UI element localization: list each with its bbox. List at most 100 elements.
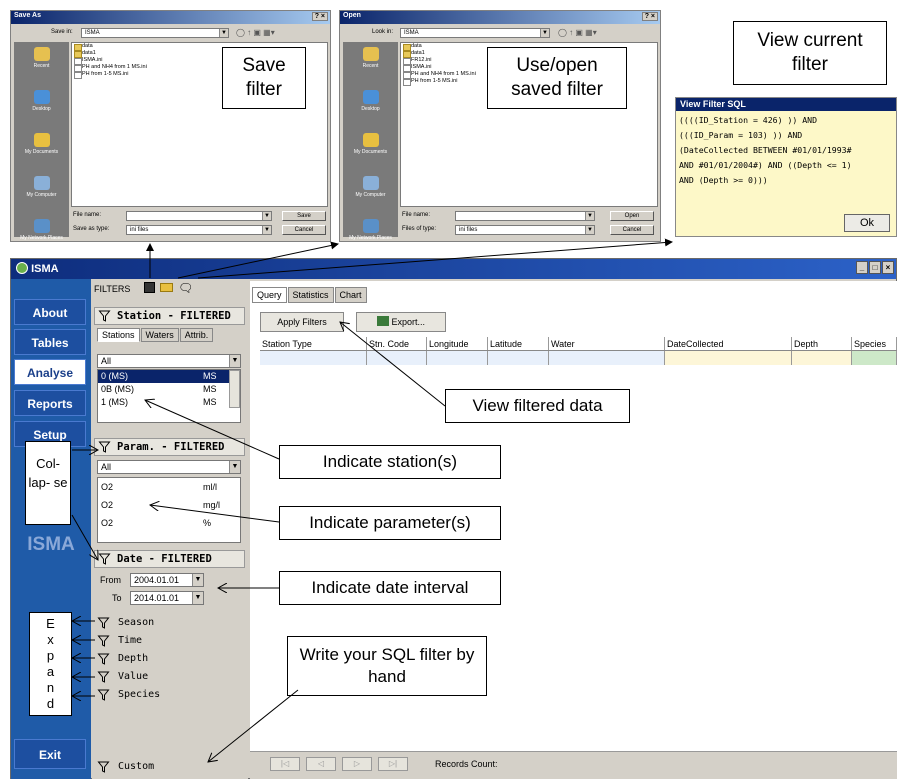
station-filter-header[interactable]: Station - FILTERED bbox=[94, 307, 245, 325]
place-recent[interactable]: Recent bbox=[343, 47, 398, 85]
param-combo[interactable]: All ▼ bbox=[97, 460, 241, 474]
tab-query[interactable]: Query bbox=[252, 287, 287, 303]
open-title-buttons[interactable]: ? × bbox=[641, 12, 658, 21]
param-filter-header[interactable]: Param. - FILTERED bbox=[94, 438, 245, 456]
save-as-dialog: Save As ? × Save in: ISMA ▼ ◯ ↑ ▣ ▦▾ Rece… bbox=[10, 10, 331, 242]
station-list[interactable]: 0 (MS) MS 0B (MS) MS 1 (MS) MS bbox=[97, 369, 241, 423]
save-as-title: Save As bbox=[14, 12, 41, 19]
first-record-button[interactable]: |◁ bbox=[270, 757, 300, 771]
list-item[interactable]: O2 ml/l bbox=[98, 478, 240, 496]
maximize-button[interactable]: □ bbox=[869, 261, 881, 274]
funnel-icon[interactable] bbox=[97, 671, 110, 683]
file-name-input[interactable]: ▼ bbox=[126, 211, 272, 221]
nav-analyse[interactable]: Analyse bbox=[14, 359, 86, 385]
to-date-input[interactable]: 2014.01.01 ▼ bbox=[130, 591, 204, 605]
funnel-icon[interactable] bbox=[97, 689, 110, 701]
column-header[interactable]: Stn. Code bbox=[367, 337, 427, 350]
save-in-label: Save in: bbox=[51, 29, 73, 35]
funnel-icon[interactable] bbox=[97, 653, 110, 665]
save-filter-icon[interactable] bbox=[144, 282, 155, 293]
look-in-combo[interactable]: ISMA ▼ bbox=[400, 28, 550, 38]
cancel-button[interactable]: Cancel bbox=[610, 225, 654, 235]
place-computer[interactable]: My Computer bbox=[343, 176, 398, 214]
funnel-icon[interactable] bbox=[97, 761, 110, 773]
column-header[interactable]: Species bbox=[852, 337, 897, 350]
nav-exit[interactable]: Exit bbox=[14, 739, 86, 769]
list-item[interactable]: 0B (MS) MS bbox=[98, 383, 240, 396]
funnel-icon[interactable] bbox=[98, 310, 111, 322]
callout-view-current: View current filter bbox=[733, 21, 887, 85]
param-list[interactable]: O2 ml/l O2 mg/l O2% bbox=[97, 477, 241, 543]
station-combo[interactable]: All ▼ bbox=[97, 354, 241, 368]
sql-text: ((((ID_Station = 426) )) AND (((ID_Param… bbox=[679, 115, 852, 185]
column-header[interactable]: Water bbox=[549, 337, 665, 350]
save-as-type-select[interactable]: ini files ▼ bbox=[126, 225, 272, 235]
column-header[interactable]: Longitude bbox=[427, 337, 488, 350]
depth-filter[interactable]: Depth bbox=[94, 651, 245, 668]
funnel-icon[interactable] bbox=[97, 635, 110, 647]
list-item[interactable]: 0 (MS) MS bbox=[98, 370, 240, 383]
column-header[interactable]: Station Type bbox=[260, 337, 367, 350]
funnel-icon[interactable] bbox=[98, 553, 111, 565]
apply-filters-button[interactable]: Apply Filters bbox=[260, 312, 344, 332]
date-filter-header[interactable]: Date - FILTERED bbox=[94, 550, 245, 568]
value-filter[interactable]: Value bbox=[94, 669, 245, 686]
results-grid[interactable]: Station Type Stn. Code Longitude Latitud… bbox=[260, 337, 897, 365]
funnel-icon[interactable] bbox=[97, 617, 110, 629]
prev-record-button[interactable]: ◁ bbox=[306, 757, 336, 771]
record-navigator: |◁ ◁ ▷ ▷| Records Count: bbox=[250, 751, 897, 779]
column-header[interactable]: Depth bbox=[792, 337, 852, 350]
save-in-combo[interactable]: ISMA ▼ bbox=[81, 28, 229, 38]
save-button[interactable]: Save bbox=[282, 211, 326, 221]
place-documents[interactable]: My Documents bbox=[343, 133, 398, 171]
table-row[interactable] bbox=[260, 351, 897, 365]
season-filter[interactable]: Season bbox=[94, 615, 245, 632]
open-folder-icon[interactable] bbox=[160, 283, 173, 292]
toolbar-icons[interactable]: ◯ ↑ ▣ ▦▾ bbox=[558, 28, 597, 37]
tab-attrib[interactable]: Attrib. bbox=[179, 328, 214, 342]
next-record-button[interactable]: ▷ bbox=[342, 757, 372, 771]
close-button[interactable]: × bbox=[882, 261, 894, 274]
export-icon bbox=[376, 316, 389, 326]
place-desktop[interactable]: Desktop bbox=[14, 90, 69, 128]
tab-waters[interactable]: Waters bbox=[140, 328, 179, 342]
place-desktop[interactable]: Desktop bbox=[343, 90, 398, 128]
nav-about[interactable]: About bbox=[14, 299, 86, 325]
file-name-input[interactable]: ▼ bbox=[455, 211, 595, 221]
export-button[interactable]: Export... bbox=[356, 312, 446, 332]
place-documents[interactable]: My Documents bbox=[14, 133, 69, 171]
list-item[interactable]: 1 (MS) MS bbox=[98, 396, 240, 409]
chevron-down-icon: ▼ bbox=[219, 29, 228, 37]
place-recent[interactable]: Recent bbox=[14, 47, 69, 85]
app-logo-icon bbox=[16, 262, 28, 274]
open-button[interactable]: Open bbox=[610, 211, 654, 221]
list-item[interactable]: O2 mg/l bbox=[98, 496, 240, 514]
funnel-icon[interactable] bbox=[98, 441, 111, 453]
files-of-type-select[interactable]: ini files ▼ bbox=[455, 225, 595, 235]
species-filter[interactable]: Species bbox=[94, 687, 245, 704]
nav-tables[interactable]: Tables bbox=[14, 329, 86, 355]
tab-statistics[interactable]: Statistics bbox=[287, 287, 334, 303]
from-date-input[interactable]: 2004.01.01 ▼ bbox=[130, 573, 204, 587]
custom-filter[interactable]: Custom bbox=[94, 759, 245, 776]
ok-button[interactable]: Ok bbox=[844, 214, 890, 232]
nav-reports[interactable]: Reports bbox=[14, 390, 86, 416]
place-network[interactable]: My Network Places bbox=[343, 219, 398, 257]
scrollbar[interactable] bbox=[229, 370, 240, 408]
place-network[interactable]: My Network Places bbox=[14, 219, 69, 257]
callout-view-filtered: View filtered data bbox=[445, 389, 630, 423]
minimize-button[interactable]: _ bbox=[856, 261, 868, 274]
brand-logo: ISMA bbox=[27, 534, 75, 555]
list-item[interactable]: O2% bbox=[98, 514, 240, 532]
last-record-button[interactable]: ▷| bbox=[378, 757, 408, 771]
place-computer[interactable]: My Computer bbox=[14, 176, 69, 214]
view-filter-icon[interactable]: 🗨 bbox=[178, 281, 193, 295]
tab-chart[interactable]: Chart bbox=[334, 287, 367, 303]
cancel-button[interactable]: Cancel bbox=[282, 225, 326, 235]
tab-stations[interactable]: Stations bbox=[97, 328, 140, 342]
column-header[interactable]: DateCollected bbox=[665, 337, 792, 350]
column-header[interactable]: Latitude bbox=[488, 337, 549, 350]
toolbar-icons[interactable]: ◯ ↑ ▣ ▦▾ bbox=[236, 28, 275, 37]
save-as-title-buttons[interactable]: ? × bbox=[311, 12, 328, 21]
time-filter[interactable]: Time bbox=[94, 633, 245, 650]
